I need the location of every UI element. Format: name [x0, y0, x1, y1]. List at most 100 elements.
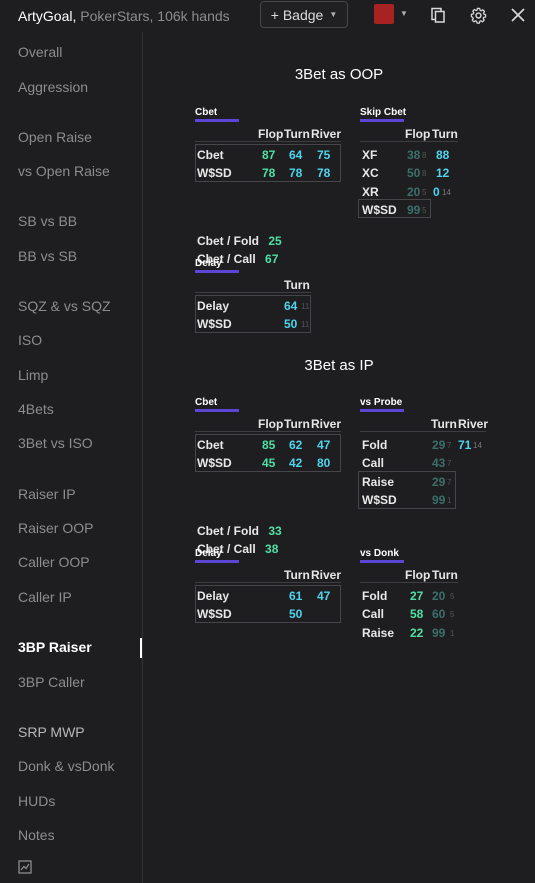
sidebar-item-raiser-oop[interactable]: Raiser OOP — [18, 520, 93, 536]
sidebar-item-srp-mwp[interactable]: SRP MWP — [18, 724, 85, 740]
table-row[interactable]: Raise 29 7 — [360, 472, 486, 490]
table-row[interactable]: Cbet 87 64 75 — [195, 145, 341, 163]
table-row[interactable]: Delay 64 11 — [195, 296, 311, 314]
sample-size: 11 — [301, 320, 310, 329]
table-row[interactable]: Raise 22 99 1 — [360, 623, 458, 641]
stat-value: 50 — [284, 317, 298, 331]
sidebar-item-raiser-ip[interactable]: Raiser IP — [18, 486, 76, 502]
col-header-turn: Turn — [284, 417, 310, 431]
table-header: Flop Turn River — [195, 125, 341, 142]
close-icon[interactable] — [508, 5, 528, 25]
sidebar-item-sb-vs-bb[interactable]: SB vs BB — [18, 213, 77, 229]
sidebar-item-4bets[interactable]: 4Bets — [18, 401, 54, 417]
stat-value: 22 — [410, 626, 424, 640]
col-header-turn: Turn — [284, 127, 310, 141]
row-label: Call — [362, 456, 385, 470]
sidebar-item-sqz[interactable]: SQZ & vs SQZ — [18, 298, 111, 314]
title-underline — [195, 409, 239, 412]
sidebar-item-open-raise[interactable]: Open Raise — [18, 129, 92, 145]
col-header-river: River — [311, 417, 342, 431]
table-row[interactable]: W$SD 99 5 — [360, 200, 458, 218]
sidebar-item-iso[interactable]: ISO — [18, 332, 42, 348]
row-label: XF — [362, 148, 378, 162]
stat-value: 29 — [432, 438, 446, 452]
stat-value: 88 — [436, 148, 450, 162]
sidebar-item-3bp-caller[interactable]: 3BP Caller — [18, 674, 85, 690]
table-row[interactable]: W$SD 45 42 80 — [195, 453, 341, 471]
block-title: Cbet — [195, 397, 218, 408]
sidebar-item-limp[interactable]: Limp — [18, 367, 48, 383]
ip-cbet-block: Cbet Flop Turn River Cbet 85 62 47 W$SD … — [195, 397, 341, 556]
col-header-flop: Flop — [405, 568, 431, 582]
sidebar-item-caller-oop[interactable]: Caller OOP — [18, 554, 90, 570]
col-header-flop: Flop — [258, 127, 284, 141]
col-header-turn: Turn — [284, 568, 310, 582]
sample-size: 5 — [450, 610, 455, 619]
chart-icon[interactable] — [18, 860, 32, 874]
player-name: ArtyGoal — [18, 8, 73, 24]
ip-delay-block: Delay Turn River Delay 61 47 W$SD 50 — [195, 548, 341, 623]
color-swatch[interactable] — [374, 4, 394, 24]
table-row[interactable]: Delay 61 47 — [195, 586, 341, 604]
main-content: 3Bet as OOP Cbet Flop Turn River Cbet 87… — [143, 32, 535, 883]
sample-size: 14 — [473, 441, 482, 450]
sidebar-item-caller-ip[interactable]: Caller IP — [18, 589, 72, 605]
stat-value: 64 — [289, 148, 303, 162]
cbet-fold-row[interactable]: Cbet / Fold 33 — [197, 524, 282, 538]
sidebar-item-3bp-raiser[interactable]: 3BP Raiser — [18, 639, 92, 655]
oop-delay-block: Delay Turn Delay 64 11 W$SD 50 11 — [195, 258, 311, 333]
gear-icon[interactable] — [468, 5, 488, 25]
stat-value: 33 — [268, 524, 282, 538]
cbet-fold-row[interactable]: Cbet / Fold 25 — [197, 234, 282, 248]
row-label: XR — [362, 185, 379, 199]
table-row[interactable]: W$SD 50 — [195, 604, 341, 622]
ip-vs-donk-block: vs Donk Flop Turn Fold 27 20 5 Call 58 6… — [360, 548, 458, 640]
chevron-down-icon[interactable]: ▼ — [400, 9, 408, 18]
stat-value: 45 — [262, 456, 276, 470]
copy-icon[interactable] — [428, 5, 448, 25]
table-row[interactable]: Fold 29 7 71 14 — [360, 435, 486, 453]
sidebar-item-notes[interactable]: Notes — [18, 827, 55, 843]
table-row[interactable]: Cbet 85 62 47 — [195, 435, 341, 453]
stat-value: 75 — [317, 148, 331, 162]
row-label: Fold — [362, 438, 388, 452]
block-title: Cbet — [195, 107, 218, 118]
sidebar-item-bb-vs-sb[interactable]: BB vs SB — [18, 248, 77, 264]
sidebar-item-huds[interactable]: HUDs — [18, 793, 55, 809]
row-label: Cbet — [197, 148, 224, 162]
title-bar: ArtyGoal, PokerStars, 106k hands + Badge… — [0, 0, 535, 32]
stat-value: 47 — [317, 589, 331, 603]
table-row[interactable]: XR 20 5 0 14 — [360, 182, 458, 200]
sidebar-item-overall[interactable]: Overall — [18, 44, 62, 60]
sidebar-item-3bet-vs-iso[interactable]: 3Bet vs ISO — [18, 435, 93, 451]
window-title: ArtyGoal, PokerStars, 106k hands — [18, 8, 230, 24]
sidebar-item-aggression[interactable]: Aggression — [18, 79, 88, 95]
sidebar-item-vs-open-raise[interactable]: vs Open Raise — [18, 163, 110, 179]
stat-value: 50 — [407, 166, 421, 180]
row-label: Cbet — [197, 438, 224, 452]
stat-value: 87 — [262, 148, 276, 162]
sample-size: 5 — [422, 188, 427, 197]
sidebar-item-donk[interactable]: Donk & vsDonk — [18, 758, 114, 774]
table-row[interactable]: XF 38 8 88 — [360, 145, 458, 163]
row-label: Delay — [197, 299, 230, 313]
col-header-flop: Flop — [258, 417, 284, 431]
table-row[interactable]: Call 43 7 — [360, 453, 486, 471]
block-title: vs Probe — [360, 397, 403, 408]
table-header: Turn River — [360, 415, 489, 432]
row-label: W$SD — [197, 166, 232, 180]
table-row[interactable]: Call 58 60 5 — [360, 604, 458, 622]
add-badge-button[interactable]: + Badge ▼ — [260, 1, 348, 28]
table-row[interactable]: W$SD 78 78 78 — [195, 163, 341, 181]
row-label: Call — [362, 607, 385, 621]
table-row[interactable]: Fold 27 20 5 — [360, 586, 458, 604]
row-label: W$SD — [197, 456, 232, 470]
stat-value: 78 — [317, 166, 331, 180]
stat-value: 78 — [289, 166, 303, 180]
col-header-river: River — [458, 417, 489, 431]
stat-value: 99 — [407, 203, 421, 217]
table-row[interactable]: W$SD 50 11 — [195, 314, 311, 332]
table-row[interactable]: XC 50 8 12 — [360, 163, 458, 181]
stat-value: 99 — [432, 493, 446, 507]
table-row[interactable]: W$SD 99 1 — [360, 490, 486, 508]
